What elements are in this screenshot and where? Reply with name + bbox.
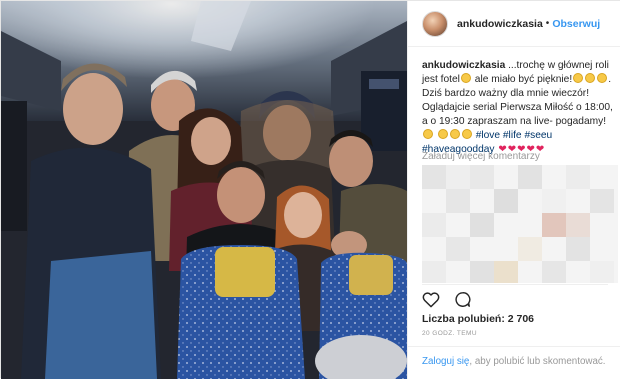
separator-dot: • (545, 18, 550, 29)
smiley-emoji-icon (585, 73, 596, 83)
comment-bubble-icon[interactable] (454, 291, 471, 308)
hashtag-link[interactable]: #life (503, 130, 522, 141)
profile-avatar[interactable] (422, 10, 448, 37)
smiley-emoji-icon (437, 129, 448, 139)
likes-count[interactable]: Liczba polubień: 2 706 (422, 313, 534, 325)
smiley-emoji-icon (423, 129, 433, 139)
login-prompt: Zaloguj się, aby polubić lub skomentować… (408, 346, 620, 379)
smiley-emoji-icon (461, 129, 472, 139)
username-link[interactable]: ankudowiczkasia (457, 18, 543, 30)
heart-outline-icon[interactable] (422, 291, 440, 308)
post-caption: ankudowiczkasia ...trochę w głównej roli… (422, 59, 614, 157)
smiley-emoji-icon (573, 73, 584, 83)
post-timestamp: 20 GODZ. TEMU (422, 330, 477, 337)
pixelated-comments-area (422, 165, 618, 283)
hashtag-link[interactable]: #love (476, 130, 500, 141)
group-selfie-on-bus-image (1, 1, 407, 379)
load-more-comments-link[interactable]: Załaduj więcej komentarzy (422, 151, 540, 162)
follow-button[interactable]: Obserwuj (552, 18, 600, 30)
caption-username-link[interactable]: ankudowiczkasia (422, 60, 505, 71)
hashtag-link[interactable]: #seeu (524, 130, 552, 141)
smiley-emoji-icon (449, 129, 460, 139)
login-prompt-text: , aby polubić lub skomentować. (469, 356, 606, 367)
post-actions (422, 289, 471, 309)
smiley-emoji-icon (460, 73, 471, 83)
post-photo[interactable] (1, 1, 407, 379)
post-sidebar: ankudowiczkasia • Obserwuj ankudowiczkas… (407, 1, 620, 379)
caption-text-part2: ale miało być pięknie! (471, 74, 573, 85)
instagram-post: ankudowiczkasia • Obserwuj ankudowiczkas… (0, 0, 620, 379)
section-divider (422, 284, 608, 285)
post-header: ankudowiczkasia • Obserwuj (408, 1, 620, 47)
login-link[interactable]: Zaloguj się (422, 356, 469, 367)
smiley-emoji-icon (597, 73, 608, 83)
